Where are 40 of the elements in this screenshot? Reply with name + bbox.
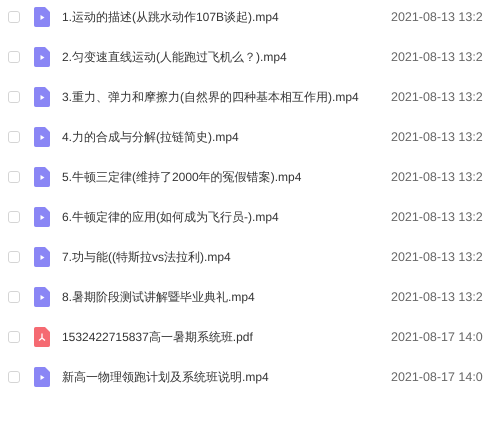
video-file-icon [34, 167, 50, 187]
video-file-icon [34, 287, 50, 307]
modified-date: 2021-08-13 13:2 [391, 210, 483, 224]
checkbox[interactable] [8, 11, 20, 23]
modified-date: 2021-08-17 14:0 [391, 330, 483, 344]
modified-date: 2021-08-13 13:2 [391, 90, 483, 104]
modified-date: 2021-08-17 14:0 [391, 370, 483, 384]
modified-date: 2021-08-13 13:2 [391, 50, 483, 64]
checkbox[interactable] [8, 211, 20, 223]
modified-date: 2021-08-13 13:2 [391, 170, 483, 184]
file-name[interactable]: 5.牛顿三定律(维持了2000年的冤假错案).mp4 [62, 168, 391, 186]
checkbox[interactable] [8, 331, 20, 343]
video-file-icon [34, 127, 50, 147]
video-file-icon [34, 247, 50, 267]
pdf-file-icon [34, 327, 50, 347]
checkbox[interactable] [8, 291, 20, 303]
modified-date: 2021-08-13 13:2 [391, 10, 483, 24]
file-name[interactable]: 4.力的合成与分解(拉链简史).mp4 [62, 128, 391, 146]
checkbox[interactable] [8, 51, 20, 63]
modified-date: 2021-08-13 13:2 [391, 290, 483, 304]
file-name[interactable]: 6.牛顿定律的应用(如何成为飞行员-).mp4 [62, 208, 391, 226]
modified-date: 2021-08-13 13:2 [391, 250, 483, 264]
checkbox[interactable] [8, 371, 20, 383]
file-name[interactable]: 1.运动的描述(从跳水动作107B谈起).mp4 [62, 8, 391, 26]
file-name[interactable]: 3.重力、弹力和摩擦力(自然界的四种基本相互作用).mp4 [62, 88, 391, 106]
file-name[interactable]: 8.暑期阶段测试讲解暨毕业典礼.mp4 [62, 288, 391, 306]
file-name[interactable]: 新高一物理领跑计划及系统班说明.mp4 [62, 368, 391, 386]
modified-date: 2021-08-13 13:2 [391, 130, 483, 144]
file-name[interactable]: 7.功与能((特斯拉vs法拉利).mp4 [62, 248, 391, 266]
checkbox[interactable] [8, 91, 20, 103]
video-file-icon [34, 47, 50, 67]
file-name[interactable]: 2.匀变速直线运动(人能跑过飞机么？).mp4 [62, 48, 391, 66]
checkbox[interactable] [8, 131, 20, 143]
video-file-icon [34, 87, 50, 107]
video-file-icon [34, 7, 50, 27]
file-name[interactable]: 1532422715837高一暑期系统班.pdf [62, 328, 391, 346]
checkbox[interactable] [8, 171, 20, 183]
video-file-icon [34, 207, 50, 227]
checkbox[interactable] [8, 251, 20, 263]
video-file-icon [34, 367, 50, 387]
